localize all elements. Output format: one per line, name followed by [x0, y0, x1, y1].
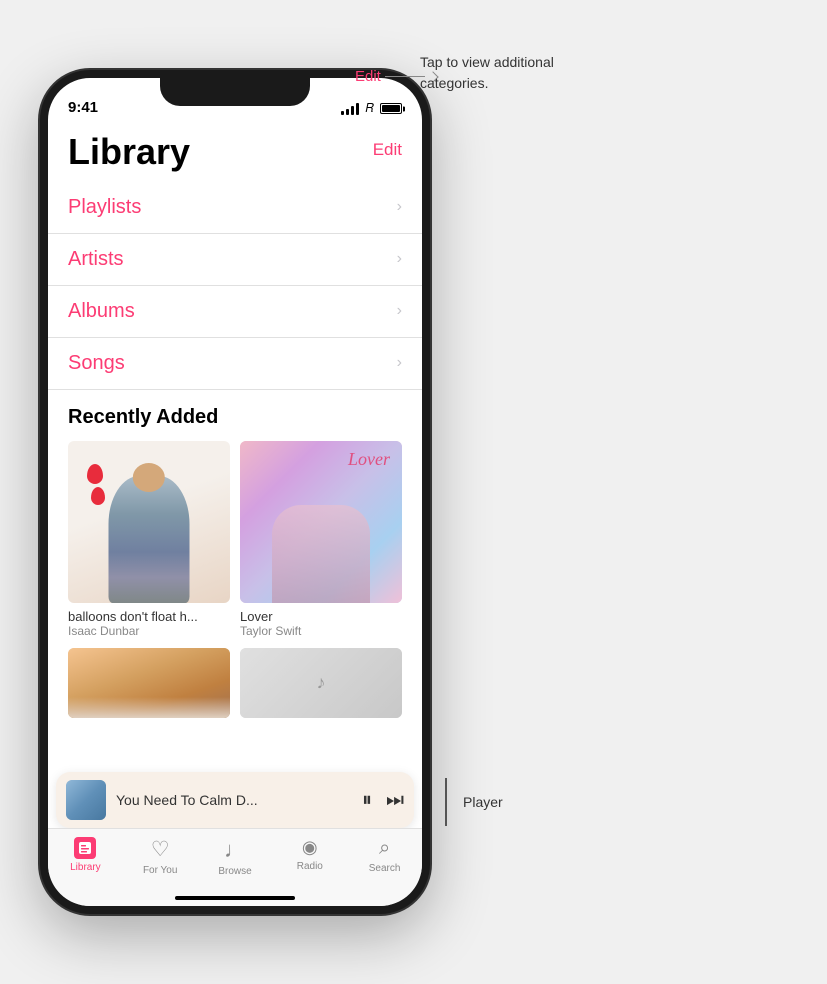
library-item-artists[interactable]: Artists › — [48, 234, 422, 286]
recently-added-title: Recently Added — [68, 406, 402, 429]
songs-label: Songs — [68, 352, 125, 375]
library-icon — [74, 837, 96, 859]
library-list: Playlists › Artists › Albums › Songs › — [48, 182, 422, 390]
albums-grid-row2: ♪ — [68, 648, 402, 718]
skip-forward-button[interactable]: ⏭ — [386, 789, 404, 812]
album-artist-2: Taylor Swift — [240, 624, 402, 638]
tab-radio-label: Radio — [297, 861, 323, 872]
pause-button[interactable]: ⏸ — [362, 789, 372, 812]
album-artist-1: Isaac Dunbar — [68, 624, 230, 638]
search-icon: ⌕ — [379, 837, 390, 860]
tab-radio[interactable]: ◉ Radio — [272, 837, 347, 872]
radio-icon: ◉ — [302, 837, 318, 858]
library-item-albums[interactable]: Albums › — [48, 286, 422, 338]
albums-grid: balloons don't float h... Isaac Dunbar L… — [68, 441, 402, 638]
songs-chevron: › — [397, 354, 402, 372]
library-item-playlists[interactable]: Playlists › — [48, 182, 422, 234]
album-art-balloons — [68, 441, 230, 603]
tab-library[interactable]: Library — [48, 837, 123, 873]
player-callout: Player — [445, 778, 807, 826]
player-controls: ⏸ ⏭ — [362, 789, 404, 812]
scene: 9:41 𝑅 Library Edit — [0, 0, 827, 984]
tab-search[interactable]: ⌕ Search — [347, 837, 422, 874]
artists-chevron: › — [397, 250, 402, 268]
edit-button[interactable]: Edit — [373, 132, 402, 160]
page-title: Library — [68, 132, 190, 172]
tab-browse-label: Browse — [218, 866, 251, 877]
albums-label: Albums — [68, 300, 135, 323]
albums-chevron: › — [397, 302, 402, 320]
player-callout-label: Player — [463, 794, 503, 810]
player-album-art — [66, 780, 106, 820]
album-art-lover: Lover Lover — [240, 441, 402, 603]
signal-icon — [341, 103, 359, 115]
album-card-4[interactable]: ♪ — [240, 648, 402, 718]
note-icon: ♩ — [224, 837, 246, 863]
status-time: 9:41 — [68, 99, 98, 116]
player-track-info: You Need To Calm D... — [116, 792, 362, 808]
playlists-chevron: › — [397, 198, 402, 216]
tab-search-label: Search — [369, 863, 401, 874]
album-card-3[interactable] — [68, 648, 230, 718]
home-indicator — [175, 896, 295, 900]
notch — [160, 78, 310, 106]
album-card-1[interactable]: balloons don't float h... Isaac Dunbar — [68, 441, 230, 638]
album-name-1: balloons don't float h... — [68, 609, 230, 624]
battery-icon — [380, 103, 402, 114]
library-item-songs[interactable]: Songs › — [48, 338, 422, 390]
wifi-icon: 𝑅 — [365, 101, 374, 116]
tab-for-you[interactable]: ♡ For You — [123, 837, 198, 876]
artists-label: Artists — [68, 248, 124, 271]
player-track-name: You Need To Calm D... — [116, 792, 362, 808]
tab-library-label: Library — [70, 862, 101, 873]
album-name-2: Lover — [240, 609, 402, 624]
tab-browse[interactable]: ♩ Browse — [198, 837, 273, 877]
status-icons: 𝑅 — [341, 101, 402, 116]
tab-bar: Library ♡ For You ♩ Browse ◉ Radio — [48, 828, 422, 906]
recently-added-section: Recently Added — [48, 390, 422, 728]
album-art-gray: ♪ — [240, 648, 402, 718]
mini-player[interactable]: You Need To Calm D... ⏸ ⏭ — [56, 772, 414, 828]
album-art-serenity — [68, 648, 230, 718]
playlists-label: Playlists — [68, 196, 141, 219]
phone-frame: 9:41 𝑅 Library Edit — [40, 70, 430, 914]
categories-callout: Tap to view additional categories. — [420, 52, 610, 94]
heart-icon: ♡ — [151, 837, 170, 862]
phone-content: Library Edit Playlists › Artists › Album… — [48, 122, 422, 906]
header-area: Library Edit — [48, 122, 422, 172]
tab-for-you-label: For You — [143, 865, 177, 876]
album-card-2[interactable]: Lover Lover Lover Taylor Swift — [240, 441, 402, 638]
